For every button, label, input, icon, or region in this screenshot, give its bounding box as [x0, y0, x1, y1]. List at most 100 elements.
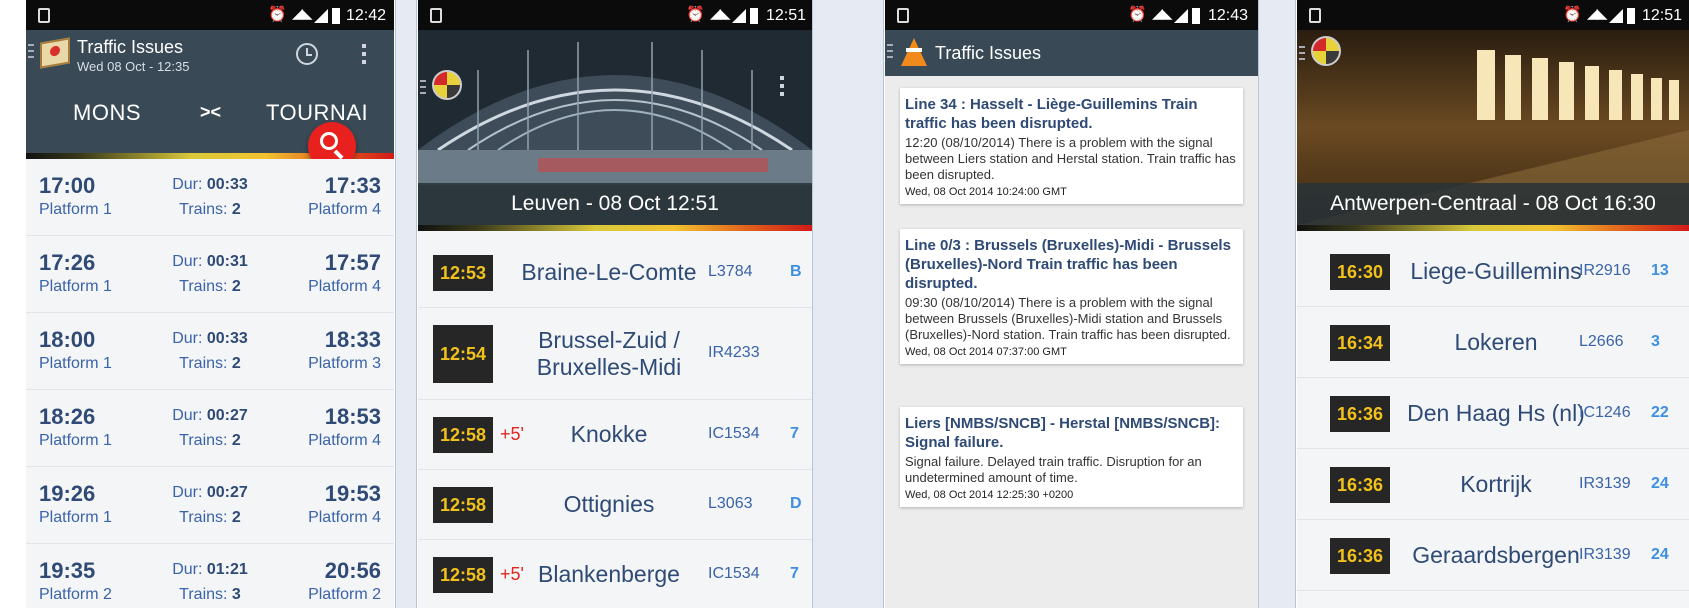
signal-icon — [314, 9, 328, 23]
trains-value: 2 — [231, 355, 241, 372]
train-number: IR2916 — [1579, 261, 1631, 279]
drawer-icon[interactable] — [1299, 46, 1305, 60]
phone-leuven-board: ⏰ ◢◣ 12:51 Leuven - 08 Oct 12:51 12:53 Br… — [418, 0, 812, 608]
overflow-menu-icon[interactable] — [780, 76, 786, 98]
trains-label: Trains: — [179, 432, 228, 449]
sim-icon — [897, 8, 909, 23]
to-station[interactable]: TOURNAI — [266, 100, 368, 126]
trains-value: 2 — [231, 432, 241, 449]
departure-row[interactable]: 16:36 Geraardsbergen IR3139 24 — [1297, 520, 1689, 591]
phone-connections: ⏰ ◢◣ 12:42 Traffic Issues Wed 08 Oct - 1… — [26, 0, 394, 608]
departure-time: 16:36 — [1330, 395, 1390, 432]
connection-row[interactable]: 18:26 18:53 Platform 1 Platform 4 Dur: 00:27… — [26, 390, 394, 467]
alarm-icon: ⏰ — [1128, 6, 1147, 23]
departure-time: 16:36 — [1330, 537, 1390, 574]
drawer-icon[interactable] — [28, 44, 34, 58]
departure-row[interactable]: 12:58 +5' Knokke IC1534 7 — [418, 400, 812, 470]
issue-body: 12:20 (08/10/2014) There is a problem wi… — [905, 135, 1236, 182]
departure-row[interactable]: 12:53 Braine-Le-Comte L3784 B — [418, 238, 812, 308]
trains-label: Trains: — [179, 201, 228, 218]
app-logo-icon[interactable] — [432, 70, 462, 100]
connection-row[interactable]: 19:26 19:53 Platform 1 Platform 4 Dur: 00:27… — [26, 467, 394, 544]
wifi-icon: ◢◣ — [292, 5, 313, 21]
swap-stations-button[interactable]: >< — [200, 102, 221, 123]
train-number: L3063 — [708, 495, 753, 512]
destination: Liege-Guillemins — [1410, 257, 1582, 284]
from-station[interactable]: MONS — [73, 100, 141, 126]
platform: D — [790, 495, 802, 512]
overflow-menu-icon[interactable] — [362, 44, 368, 66]
drawer-icon[interactable] — [420, 80, 426, 94]
trains-count: Trains: 2 — [26, 355, 394, 373]
alarm-icon: ⏰ — [268, 6, 287, 23]
destination: Ottignies — [563, 491, 655, 517]
destination: Brussel-Zuid / Bruxelles-Midi — [536, 327, 682, 380]
traffic-cone-icon[interactable] — [901, 38, 927, 66]
station-photo: Antwerpen-Centraal - 08 Oct 16:30 — [1297, 30, 1689, 225]
issue-card[interactable]: Line 0/3 : Brussels (Bruxelles)-Midi - B… — [900, 229, 1243, 364]
connection-row[interactable]: 19:35 20:56 Platform 2 Platform 2 Dur: 01:21… — [26, 544, 394, 608]
trains-label: Trains: — [179, 509, 228, 526]
issue-card[interactable]: Liers [NMBS/SNCB] - Herstal [NMBS/SNCB]:… — [900, 407, 1243, 507]
duration-value: 01:21 — [206, 561, 248, 578]
destination: Geraardsbergen — [1412, 541, 1580, 568]
station-caption: Antwerpen-Centraal - 08 Oct 16:30 — [1297, 183, 1689, 225]
departure-row[interactable]: 16:34 Lokeren L2666 3 — [1297, 307, 1689, 378]
map-icon[interactable] — [40, 37, 70, 69]
phone-traffic-issues: ⏰ ◢◣ 12:43 Traffic Issues Line 34 : Hass… — [885, 0, 1258, 608]
status-time: 12:51 — [1642, 7, 1683, 24]
train-number: IC1246 — [1579, 403, 1631, 421]
action-bar: Traffic Issues — [885, 30, 1258, 76]
issue-title: Liers [NMBS/SNCB] - Herstal [NMBS/SNCB]:… — [905, 415, 1221, 451]
battery-icon — [1192, 8, 1200, 24]
app-logo-icon[interactable] — [1311, 36, 1341, 66]
duration-value: 00:27 — [206, 407, 248, 424]
destination: Knokke — [570, 421, 648, 447]
connection-row[interactable]: 17:26 17:57 Platform 1 Platform 4 Dur: 00:31… — [26, 236, 394, 313]
train-number: IC1534 — [708, 565, 760, 582]
departure-row[interactable]: 16:36 Den Haag Hs (nl) IC1246 22 — [1297, 378, 1689, 449]
brand-gradient-bar — [1297, 225, 1689, 231]
status-bar: ⏰ ◢◣ 12:51 — [418, 0, 812, 30]
trains-label: Trains: — [179, 586, 228, 603]
trains-count: Trains: 2 — [26, 509, 394, 527]
duration-value: 00:33 — [206, 176, 248, 193]
status-time: 12:51 — [766, 7, 807, 24]
gap-2 — [812, 0, 884, 608]
departure-row[interactable]: 12:58 +5' Blankenberge IC1534 7 — [418, 540, 812, 608]
issue-body: 09:30 (08/10/2014) There is a problem wi… — [905, 295, 1231, 342]
departure-row[interactable]: 12:58 Ottignies L3063 D — [418, 470, 812, 540]
duration-label: Dur: — [172, 561, 203, 578]
trains-value: 2 — [231, 201, 241, 218]
issue-body: Signal failure. Delayed train traffic. D… — [905, 454, 1202, 485]
connection-row[interactable]: 17:00 17:33 Platform 1 Platform 4 Dur: 00:33… — [26, 159, 394, 236]
departure-row[interactable]: 16:36 Kortrijk IR3139 24 — [1297, 449, 1689, 520]
duration: Dur: 00:31 — [26, 253, 394, 271]
sim-icon — [430, 8, 442, 23]
connection-row[interactable]: 18:00 18:33 Platform 1 Platform 3 Dur: 00:33… — [26, 313, 394, 390]
duration: Dur: 00:33 — [26, 176, 394, 194]
departure-time: 16:36 — [1330, 466, 1390, 503]
sim-icon — [38, 8, 50, 23]
search-icon — [320, 132, 338, 150]
issue-title: Line 0/3 : Brussels (Bruxelles)-Midi - B… — [905, 237, 1231, 292]
departure-row[interactable]: 16:30 Liege-Guillemins IR2916 13 — [1297, 236, 1689, 307]
departure-row[interactable]: 12:54 Brussel-Zuid / Bruxelles-Midi IR4233 — [418, 308, 812, 400]
duration-label: Dur: — [172, 484, 203, 501]
clock-icon[interactable] — [296, 43, 318, 65]
status-bar: ⏰ ◢◣ 12:42 — [26, 0, 394, 30]
departure-time: 16:34 — [1330, 324, 1390, 361]
signal-icon — [732, 9, 746, 23]
alarm-icon: ⏰ — [1563, 6, 1582, 23]
departure-time: 16:30 — [1330, 253, 1390, 290]
drawer-icon[interactable] — [887, 44, 893, 58]
issue-date: Wed, 08 Oct 2014 12:25:30 +0200 — [905, 489, 1074, 501]
train-number: IR3139 — [1579, 474, 1631, 492]
alarm-icon: ⏰ — [686, 6, 705, 23]
status-bar: ⏰ ◢◣ 12:51 — [1297, 0, 1689, 30]
trains-count: Trains: 2 — [26, 432, 394, 450]
trains-value: 2 — [231, 509, 241, 526]
issue-card[interactable]: Line 34 : Hasselt - Liège-Guillemins Tra… — [900, 88, 1243, 204]
train-number: IR4233 — [708, 344, 760, 361]
duration-label: Dur: — [172, 176, 203, 193]
